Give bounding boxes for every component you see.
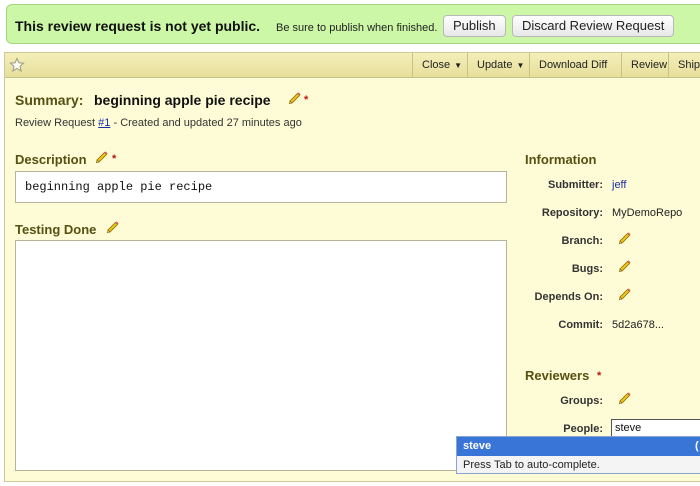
pencil-icon[interactable] bbox=[618, 391, 632, 405]
information-title: Information bbox=[525, 152, 597, 167]
ship-it-link[interactable]: Ship bbox=[668, 53, 700, 77]
description-title: Description bbox=[15, 152, 87, 167]
depends-on-label: Depends On: bbox=[534, 291, 603, 303]
required-marker: * bbox=[597, 370, 602, 382]
pencil-icon[interactable] bbox=[106, 220, 120, 234]
review-request-meta: Review Request #1 - Created and updated … bbox=[15, 117, 302, 129]
close-menu[interactable]: Close ▼ bbox=[412, 53, 467, 77]
close-menu-label: Close bbox=[422, 59, 451, 71]
chevron-down-icon: ▼ bbox=[516, 61, 525, 70]
people-label: People: bbox=[563, 423, 603, 435]
people-input[interactable] bbox=[611, 419, 700, 437]
chevron-down-icon: ▼ bbox=[454, 61, 463, 70]
testing-done-title: Testing Done bbox=[15, 222, 97, 237]
testing-done-field[interactable] bbox=[15, 240, 507, 471]
groups-label: Groups: bbox=[560, 395, 603, 407]
review-link[interactable]: Review bbox=[621, 53, 668, 77]
repository-label: Repository: bbox=[541, 207, 603, 219]
autocomplete-option[interactable]: steve ( bbox=[457, 437, 700, 456]
update-menu[interactable]: Update ▼ bbox=[467, 53, 529, 77]
review-request-id-link[interactable]: #1 bbox=[98, 117, 110, 129]
submitter-label: Submitter: bbox=[548, 179, 603, 191]
update-menu-label: Update bbox=[477, 59, 513, 71]
commit-value: 5d2a678... bbox=[612, 319, 664, 331]
discard-review-request-button[interactable]: Discard Review Request bbox=[512, 15, 675, 37]
pencil-icon[interactable] bbox=[618, 259, 632, 273]
required-marker: * bbox=[112, 153, 117, 165]
submitter-link[interactable]: jeff bbox=[612, 179, 626, 191]
draft-banner: This review request is not yet public. B… bbox=[6, 4, 700, 44]
banner-title: This review request is not yet public. bbox=[15, 18, 261, 34]
bugs-label: Bugs: bbox=[571, 263, 603, 275]
commit-label: Commit: bbox=[558, 319, 603, 331]
pencil-icon[interactable] bbox=[618, 231, 632, 245]
autocomplete-dropdown: steve ( Press Tab to auto-complete. bbox=[456, 436, 700, 474]
download-diff-link[interactable]: Download Diff bbox=[529, 53, 621, 77]
pencil-icon[interactable] bbox=[618, 287, 632, 301]
branch-label: Branch: bbox=[561, 235, 603, 247]
required-marker: * bbox=[304, 94, 309, 106]
meta-prefix: Review Request bbox=[15, 117, 96, 129]
meta-suffix: - Created and updated 27 minutes ago bbox=[113, 117, 302, 129]
summary-label: Summary: bbox=[15, 92, 84, 108]
star-icon[interactable] bbox=[9, 57, 25, 73]
summary-text: beginning apple pie recipe bbox=[94, 92, 271, 108]
repository-value: MyDemoRepo bbox=[612, 207, 683, 219]
publish-button[interactable]: Publish bbox=[443, 15, 506, 37]
review-request-box: Close ▼ Update ▼ Download Diff Review Ship… bbox=[4, 52, 700, 482]
action-bar: Close ▼ Update ▼ Download Diff Review Ship bbox=[5, 53, 700, 78]
autocomplete-hint: Press Tab to auto-complete. bbox=[463, 459, 600, 471]
pencil-icon[interactable] bbox=[95, 150, 109, 164]
banner-note: Be sure to publish when finished. bbox=[276, 22, 438, 34]
autocomplete-option-detail: ( bbox=[695, 440, 699, 452]
autocomplete-option-name: steve bbox=[463, 440, 492, 452]
reviewers-title: Reviewers bbox=[525, 368, 590, 383]
description-field[interactable]: beginning apple pie recipe bbox=[15, 171, 507, 203]
pencil-icon[interactable] bbox=[288, 91, 302, 105]
